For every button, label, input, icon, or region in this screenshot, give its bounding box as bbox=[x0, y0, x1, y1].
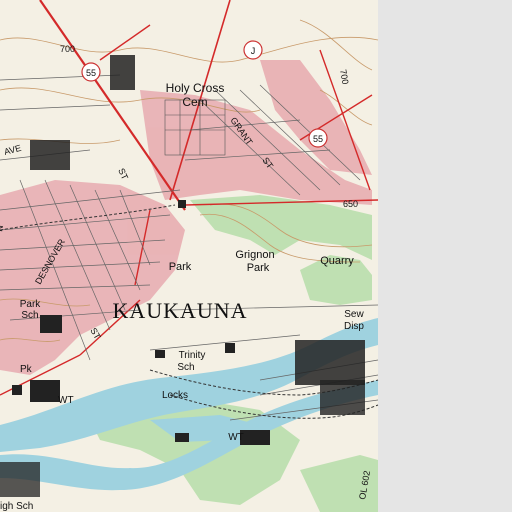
high-school-label: igh Sch bbox=[0, 501, 33, 512]
water-tower-label-south: WT bbox=[228, 432, 244, 443]
school-label-park-line2: Sch bbox=[21, 310, 38, 321]
label-pk: Pk bbox=[20, 364, 33, 375]
topographic-map[interactable]: 55 55 J 700 700 650 AVE ST GRANT ST DESN… bbox=[0, 0, 512, 512]
park-label-park: Park bbox=[247, 262, 270, 274]
park-label-grignon: Grignon bbox=[235, 249, 274, 261]
svg-text:55: 55 bbox=[86, 68, 96, 78]
route-shield-j: J bbox=[243, 40, 263, 60]
svg-text:55: 55 bbox=[313, 134, 323, 144]
route-shield-55-east: 55 bbox=[308, 128, 328, 148]
water-tower-label-west: WT bbox=[58, 395, 74, 406]
school-label-park-line1: Park bbox=[20, 299, 42, 310]
town-label: KAUKAUNA bbox=[112, 298, 247, 323]
sewage-disposal-label-line1: Sew bbox=[344, 309, 364, 320]
school-label-trinity-line1: Trinity bbox=[179, 350, 206, 361]
svg-text:J: J bbox=[251, 46, 256, 56]
cemetery-label-line2: Cem bbox=[182, 95, 207, 109]
map-margin bbox=[378, 0, 512, 512]
route-shield-55-west: 55 bbox=[81, 62, 101, 82]
park-label-small: Park bbox=[169, 261, 192, 273]
sewage-disposal-label-line2: Disp bbox=[344, 321, 364, 332]
school-label-trinity-line2: Sch bbox=[177, 362, 194, 373]
contour-label-700-west: 700 bbox=[60, 44, 75, 54]
contour-label-650: 650 bbox=[343, 199, 358, 209]
locks-label: Locks bbox=[162, 390, 188, 401]
quarry-label: Quarry bbox=[320, 255, 354, 267]
cemetery-label-line1: Holy Cross bbox=[166, 81, 225, 95]
